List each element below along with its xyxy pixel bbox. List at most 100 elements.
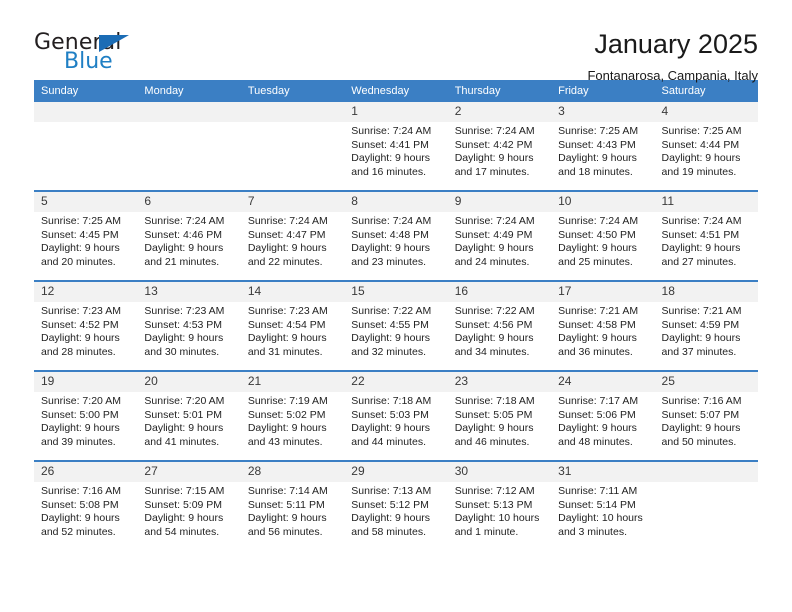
day-detail-line: Daylight: 9 hours — [454, 422, 534, 434]
day-number: 31 — [551, 462, 655, 482]
calendar-day-cell-empty — [654, 460, 758, 550]
day-detail-line: Sunset: 4:51 PM — [661, 228, 740, 241]
day-number: 29 — [344, 462, 448, 482]
day-detail-line: Daylight: 9 hours — [558, 422, 637, 434]
calendar-week-row: 5 Sunrise: 7:25 AM Sunset: 4:45 PM Daylight… — [34, 190, 758, 281]
day-detail-line: Sunrise: 7:25 AM — [661, 125, 742, 137]
day-sun-details: Sunrise: 7:24 AM Sunset: 4:50 PM Daylight:… — [551, 212, 654, 269]
calendar-day-cell[interactable]: 20 Sunrise: 7:20 AM Sunset: 5:01 PM Dayligh… — [137, 370, 241, 461]
logo-text-blue: Blue — [64, 49, 113, 74]
calendar-day-cell[interactable]: 15 Sunrise: 7:22 AM Sunset: 4:55 PM Dayligh… — [344, 280, 448, 371]
calendar-day-cell[interactable]: 17 Sunrise: 7:21 AM Sunset: 4:58 PM Dayligh… — [551, 280, 655, 371]
day-detail-line: Sunset: 5:12 PM — [351, 498, 429, 511]
day-number: 21 — [240, 372, 345, 392]
day-cell-inner: 7 Sunrise: 7:24 AM Sunset: 4:47 PM Daylight… — [240, 192, 345, 280]
day-detail-line: Sunrise: 7:19 AM — [247, 395, 328, 407]
calendar-day-cell[interactable]: 10 Sunrise: 7:24 AM Sunset: 4:50 PM Dayligh… — [551, 190, 655, 281]
calendar-day-cell[interactable]: 4 Sunrise: 7:25 AM Sunset: 4:44 PM Daylight… — [654, 102, 758, 191]
day-cell-inner: 16 Sunrise: 7:22 AM Sunset: 4:56 PM Dayligh… — [447, 282, 552, 370]
weekday-header-sunday: Sunday — [34, 80, 138, 102]
day-number: 2 — [447, 102, 552, 122]
day-detail-line: Sunrise: 7:20 AM — [41, 395, 121, 407]
day-sun-details: Sunrise: 7:25 AM Sunset: 4:45 PM Daylight:… — [34, 212, 137, 269]
day-detail-line: and 16 minutes. — [351, 165, 426, 178]
day-cell-inner: 20 Sunrise: 7:20 AM Sunset: 5:01 PM Dayligh… — [137, 372, 241, 460]
day-cell-inner: 27 Sunrise: 7:15 AM Sunset: 5:09 PM Dayligh… — [137, 462, 241, 550]
calendar-day-cell[interactable]: 16 Sunrise: 7:22 AM Sunset: 4:56 PM Dayligh… — [447, 280, 552, 371]
calendar-day-cell[interactable]: 21 Sunrise: 7:19 AM Sunset: 5:02 PM Dayligh… — [240, 370, 345, 461]
day-number: 26 — [34, 462, 138, 482]
calendar-day-cell[interactable]: 14 Sunrise: 7:23 AM Sunset: 4:54 PM Dayligh… — [240, 280, 345, 371]
day-detail-line: Sunset: 4:41 PM — [351, 138, 429, 151]
day-detail-line: and 56 minutes. — [247, 525, 323, 538]
day-cell-inner — [240, 102, 345, 190]
calendar-day-cell[interactable]: 24 Sunrise: 7:17 AM Sunset: 5:06 PM Dayligh… — [551, 370, 655, 461]
calendar-day-cell[interactable]: 29 Sunrise: 7:13 AM Sunset: 5:12 PM Dayligh… — [344, 460, 448, 550]
calendar-day-cell[interactable]: 31 Sunrise: 7:11 AM Sunset: 5:14 PM Dayligh… — [551, 460, 655, 550]
day-cell-inner: 26 Sunrise: 7:16 AM Sunset: 5:08 PM Dayligh… — [34, 462, 138, 550]
day-number: 14 — [240, 282, 345, 302]
calendar-day-cell[interactable]: 6 Sunrise: 7:24 AM Sunset: 4:46 PM Daylight… — [137, 190, 241, 281]
calendar-day-cell[interactable]: 19 Sunrise: 7:20 AM Sunset: 5:00 PM Dayligh… — [34, 370, 138, 461]
calendar-day-cell[interactable]: 27 Sunrise: 7:15 AM Sunset: 5:09 PM Dayligh… — [137, 460, 241, 550]
calendar-day-cell[interactable]: 7 Sunrise: 7:24 AM Sunset: 4:47 PM Daylight… — [240, 190, 345, 281]
calendar-day-cell[interactable]: 23 Sunrise: 7:18 AM Sunset: 5:05 PM Dayligh… — [447, 370, 552, 461]
day-cell-inner: 11 Sunrise: 7:24 AM Sunset: 4:51 PM Dayligh… — [654, 192, 758, 280]
day-detail-line: Sunrise: 7:12 AM — [454, 485, 535, 497]
day-detail-line: Sunrise: 7:16 AM — [661, 395, 742, 407]
day-sun-details: Sunrise: 7:24 AM Sunset: 4:47 PM Daylight:… — [241, 212, 344, 269]
calendar-day-cell[interactable]: 30 Sunrise: 7:12 AM Sunset: 5:13 PM Dayligh… — [447, 460, 552, 550]
day-sun-details — [241, 122, 344, 125]
calendar-day-cell[interactable]: 3 Sunrise: 7:25 AM Sunset: 4:43 PM Daylight… — [551, 102, 655, 191]
day-detail-line: Sunset: 4:42 PM — [454, 138, 533, 151]
calendar-day-cell[interactable]: 18 Sunrise: 7:21 AM Sunset: 4:59 PM Dayligh… — [654, 280, 758, 371]
day-cell-inner — [34, 102, 138, 190]
day-detail-line: and 3 minutes. — [558, 525, 627, 538]
day-detail-line: Sunset: 4:56 PM — [454, 318, 533, 331]
day-detail-line: Daylight: 10 hours — [558, 512, 643, 524]
day-detail-line: Sunrise: 7:11 AM — [558, 485, 638, 497]
calendar-day-cell[interactable]: 5 Sunrise: 7:25 AM Sunset: 4:45 PM Daylight… — [34, 190, 138, 281]
calendar-day-cell[interactable]: 28 Sunrise: 7:14 AM Sunset: 5:11 PM Dayligh… — [240, 460, 345, 550]
day-detail-line: Daylight: 9 hours — [454, 242, 534, 254]
day-detail-line: and 46 minutes. — [454, 435, 530, 448]
calendar-day-cell[interactable]: 1 Sunrise: 7:24 AM Sunset: 4:41 PM Daylight… — [344, 102, 448, 191]
day-detail-line: Daylight: 9 hours — [351, 422, 431, 434]
calendar-day-cell-empty — [34, 102, 138, 191]
calendar-day-cell[interactable]: 9 Sunrise: 7:24 AM Sunset: 4:49 PM Daylight… — [447, 190, 552, 281]
day-detail-line: Sunrise: 7:20 AM — [144, 395, 225, 407]
day-detail-line: Sunset: 4:54 PM — [247, 318, 326, 331]
day-sun-details: Sunrise: 7:18 AM Sunset: 5:05 PM Daylight:… — [448, 392, 551, 449]
day-detail-line: Sunrise: 7:21 AM — [558, 305, 639, 317]
day-detail-line: and 18 minutes. — [558, 165, 633, 178]
day-detail-line: and 22 minutes. — [247, 255, 323, 268]
calendar-week-row: 26 Sunrise: 7:16 AM Sunset: 5:08 PM Dayligh… — [34, 460, 758, 550]
day-number: 30 — [447, 462, 552, 482]
day-detail-line: and 25 minutes. — [558, 255, 633, 268]
calendar-day-cell[interactable]: 11 Sunrise: 7:24 AM Sunset: 4:51 PM Dayligh… — [654, 190, 758, 281]
day-number: 15 — [344, 282, 448, 302]
day-detail-line: Daylight: 9 hours — [144, 242, 224, 254]
day-detail-line: Sunrise: 7:18 AM — [454, 395, 535, 407]
day-detail-line: and 36 minutes. — [558, 345, 633, 358]
calendar-day-cell[interactable]: 25 Sunrise: 7:16 AM Sunset: 5:07 PM Dayligh… — [654, 370, 758, 461]
day-number: 6 — [137, 192, 241, 212]
day-sun-details — [34, 122, 137, 125]
calendar-day-cell[interactable]: 8 Sunrise: 7:24 AM Sunset: 4:48 PM Daylight… — [344, 190, 448, 281]
day-cell-inner: 2 Sunrise: 7:24 AM Sunset: 4:42 PM Daylight… — [447, 102, 552, 190]
day-number: 24 — [551, 372, 655, 392]
calendar-day-cell[interactable]: 26 Sunrise: 7:16 AM Sunset: 5:08 PM Dayligh… — [34, 460, 138, 550]
day-detail-line: Sunset: 4:46 PM — [144, 228, 223, 241]
day-detail-line: and 23 minutes. — [351, 255, 426, 268]
day-sun-details: Sunrise: 7:14 AM Sunset: 5:11 PM Daylight:… — [241, 482, 344, 539]
day-sun-details: Sunrise: 7:25 AM Sunset: 4:43 PM Daylight:… — [551, 122, 654, 179]
calendar-day-cell[interactable]: 2 Sunrise: 7:24 AM Sunset: 4:42 PM Daylight… — [447, 102, 552, 191]
day-sun-details: Sunrise: 7:19 AM Sunset: 5:02 PM Daylight:… — [241, 392, 344, 449]
day-detail-line: Sunset: 4:53 PM — [144, 318, 223, 331]
general-blue-logo[interactable]: General Blue — [34, 28, 194, 80]
day-detail-line: Daylight: 9 hours — [247, 332, 327, 344]
day-detail-line: Daylight: 9 hours — [661, 422, 741, 434]
calendar-day-cell[interactable]: 13 Sunrise: 7:23 AM Sunset: 4:53 PM Dayligh… — [137, 280, 241, 371]
calendar-day-cell[interactable]: 22 Sunrise: 7:18 AM Sunset: 5:03 PM Dayligh… — [344, 370, 448, 461]
calendar-day-cell[interactable]: 12 Sunrise: 7:23 AM Sunset: 4:52 PM Dayligh… — [34, 280, 138, 371]
